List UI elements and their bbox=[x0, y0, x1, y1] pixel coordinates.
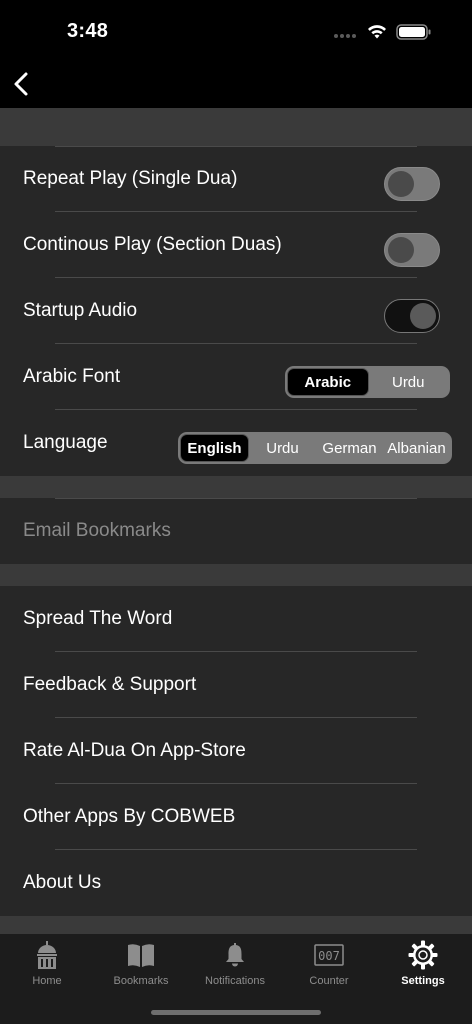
repeat-play-row: Repeat Play (Single Dua) bbox=[0, 146, 472, 212]
language-row: Language English Urdu German Albanian bbox=[0, 410, 472, 476]
back-chevron-icon[interactable] bbox=[10, 70, 32, 98]
continous-play-toggle[interactable] bbox=[384, 233, 440, 267]
wifi-icon bbox=[368, 25, 386, 39]
language-label: Language bbox=[23, 432, 108, 453]
spread-the-word-row[interactable]: Spread The Word bbox=[0, 586, 472, 652]
language-option-german[interactable]: German bbox=[316, 434, 383, 462]
battery-icon bbox=[396, 24, 431, 40]
status-bar: 3:48 bbox=[0, 0, 472, 64]
continous-play-row: Continous Play (Section Duas) bbox=[0, 212, 472, 278]
settings-list: Repeat Play (Single Dua) Continous Play … bbox=[0, 108, 472, 934]
email-bookmarks-label: Email Bookmarks bbox=[23, 520, 171, 541]
startup-audio-label: Startup Audio bbox=[23, 300, 138, 321]
startup-audio-row: Startup Audio bbox=[0, 278, 472, 344]
navigation-bar bbox=[0, 64, 472, 108]
tab-home[interactable]: Home bbox=[0, 934, 94, 994]
row-separator bbox=[55, 498, 417, 499]
language-option-albanian[interactable]: Albanian bbox=[383, 434, 450, 462]
tab-notifications-label: Notifications bbox=[205, 975, 265, 987]
language-option-urdu[interactable]: Urdu bbox=[249, 434, 316, 462]
spread-the-word-label: Spread The Word bbox=[23, 608, 173, 629]
section-header-gap bbox=[0, 108, 472, 146]
font-option-urdu[interactable]: Urdu bbox=[369, 368, 449, 396]
about-us-row[interactable]: About Us bbox=[0, 850, 472, 916]
home-indicator[interactable] bbox=[151, 1010, 321, 1015]
repeat-play-toggle[interactable] bbox=[384, 167, 440, 201]
cellular-signal-icon bbox=[334, 34, 356, 38]
repeat-play-label: Repeat Play (Single Dua) bbox=[23, 168, 238, 189]
section-gap bbox=[0, 476, 472, 498]
tab-bookmarks[interactable]: Bookmarks bbox=[94, 934, 188, 994]
feedback-support-label: Feedback & Support bbox=[23, 674, 197, 695]
other-apps-row[interactable]: Other Apps By COBWEB bbox=[0, 784, 472, 850]
arabic-font-label: Arabic Font bbox=[23, 366, 121, 387]
mosque-icon bbox=[37, 941, 57, 969]
bell-icon bbox=[226, 943, 244, 967]
tab-notifications[interactable]: Notifications bbox=[188, 934, 282, 994]
feedback-support-row[interactable]: Feedback & Support bbox=[0, 652, 472, 718]
section-gap bbox=[0, 564, 472, 586]
counter-icon: 007 bbox=[314, 944, 344, 966]
tab-bookmarks-label: Bookmarks bbox=[113, 975, 169, 987]
language-segmented-control: English Urdu German Albanian bbox=[178, 432, 452, 464]
tab-bar: Home Bookmarks Notifications 007 Counter bbox=[0, 934, 472, 1024]
gear-icon bbox=[408, 940, 438, 970]
tab-settings[interactable]: Settings bbox=[376, 934, 470, 994]
svg-text:007: 007 bbox=[318, 949, 340, 963]
status-time: 3:48 bbox=[67, 20, 109, 42]
rate-app-row[interactable]: Rate Al-Dua On App-Store bbox=[0, 718, 472, 784]
arabic-font-row: Arabic Font Arabic Urdu bbox=[0, 344, 472, 410]
tab-settings-label: Settings bbox=[401, 975, 445, 987]
continous-play-label: Continous Play (Section Duas) bbox=[23, 234, 282, 255]
rate-app-label: Rate Al-Dua On App-Store bbox=[23, 740, 246, 761]
other-apps-label: Other Apps By COBWEB bbox=[23, 806, 236, 827]
arabic-font-segmented-control: Arabic Urdu bbox=[285, 366, 450, 398]
about-us-label: About Us bbox=[23, 872, 102, 893]
tab-home-label: Home bbox=[32, 975, 62, 987]
row-separator bbox=[55, 146, 417, 147]
book-icon bbox=[128, 944, 154, 967]
font-option-arabic[interactable]: Arabic bbox=[287, 368, 369, 396]
startup-audio-toggle[interactable] bbox=[384, 299, 440, 333]
language-option-english[interactable]: English bbox=[180, 434, 249, 462]
tab-counter-label: Counter bbox=[309, 975, 349, 987]
section-gap bbox=[0, 916, 472, 934]
email-bookmarks-row[interactable]: Email Bookmarks bbox=[0, 498, 472, 564]
tab-counter[interactable]: 007 Counter bbox=[282, 934, 376, 994]
